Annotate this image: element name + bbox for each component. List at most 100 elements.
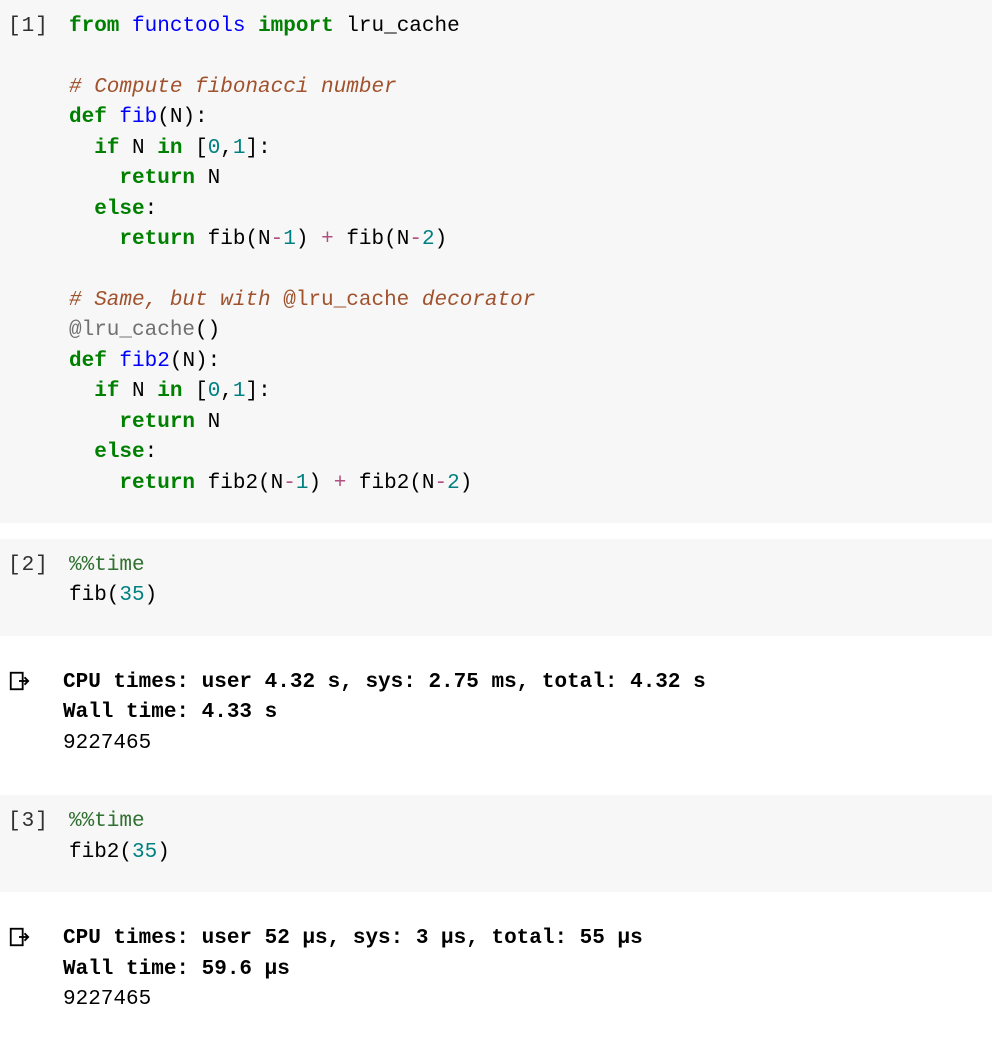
code-token xyxy=(69,411,119,434)
code-token: return xyxy=(119,411,195,434)
code-token: 1 xyxy=(283,228,296,251)
code-token: return xyxy=(119,472,195,495)
code-token: - xyxy=(409,228,422,251)
code-token: fib2(N xyxy=(346,472,434,495)
code-token: ) xyxy=(460,472,473,495)
code-token: 35 xyxy=(132,841,157,864)
output-content: CPU times: user 52 µs, sys: 3 µs, total:… xyxy=(63,924,984,1015)
code-token: return xyxy=(119,167,195,190)
code-token: 1 xyxy=(233,137,246,160)
code-token: fib(N xyxy=(195,228,271,251)
code-token xyxy=(119,15,132,38)
code-token: lru_cache xyxy=(346,15,459,38)
code-token: ) xyxy=(308,472,333,495)
code-token: @lru_cache xyxy=(69,319,195,342)
cell-prompt: [2] xyxy=(8,551,69,581)
code-token: : xyxy=(145,441,158,464)
code-token: %%time xyxy=(69,554,145,577)
code-token: fib2 xyxy=(119,350,169,373)
code-token: fib2( xyxy=(69,841,132,864)
output-content: CPU times: user 4.32 s, sys: 2.75 ms, to… xyxy=(63,668,984,759)
code-token: functools xyxy=(132,15,245,38)
code-token: 1 xyxy=(233,380,246,403)
code-token: CPU times: user 52 µs, sys: 3 µs, total:… xyxy=(63,927,643,980)
code-token: N xyxy=(195,167,220,190)
code-token: [ xyxy=(182,380,207,403)
code-token: - xyxy=(283,472,296,495)
code-token xyxy=(69,441,94,464)
code-token xyxy=(69,380,94,403)
code-token: - xyxy=(271,228,284,251)
code-token: import xyxy=(258,15,334,38)
code-token xyxy=(69,137,94,160)
code-token: fib xyxy=(119,106,157,129)
code-token: N xyxy=(119,380,157,403)
code-token: 35 xyxy=(119,584,144,607)
code-token: 9227465 xyxy=(63,988,151,1011)
code-token: (N): xyxy=(170,350,220,373)
code-content[interactable]: from functools import lru_cache # Comput… xyxy=(69,12,984,499)
notebook-root: [1]from functools import lru_cache # Com… xyxy=(0,0,992,1035)
code-token: (N): xyxy=(157,106,207,129)
code-token xyxy=(69,228,119,251)
code-cell: [2]%%time fib(35) xyxy=(0,539,992,636)
code-token: 0 xyxy=(208,137,221,160)
code-token: def xyxy=(69,350,107,373)
code-token: decorator xyxy=(409,289,535,312)
code-token: if xyxy=(94,137,119,160)
code-token: # Compute fibonacci number xyxy=(69,76,397,99)
code-token: return xyxy=(119,228,195,251)
code-token: ) xyxy=(145,584,158,607)
code-token xyxy=(69,472,119,495)
code-token xyxy=(107,106,120,129)
code-cell: [1]from functools import lru_cache # Com… xyxy=(0,0,992,523)
code-token: ) xyxy=(157,841,170,864)
code-token xyxy=(334,15,347,38)
code-token: fib( xyxy=(69,584,119,607)
output-cell: CPU times: user 4.32 s, sys: 2.75 ms, to… xyxy=(0,652,992,779)
code-token: in xyxy=(157,137,182,160)
code-token: , xyxy=(220,137,233,160)
code-token: N xyxy=(119,137,157,160)
code-token: N xyxy=(195,411,220,434)
code-token: @lru_cache xyxy=(283,289,409,312)
code-cell: [3]%%time fib2(35) xyxy=(0,795,992,892)
output-icon xyxy=(8,926,63,948)
code-token: fib2(N xyxy=(195,472,283,495)
code-token: CPU times: user 4.32 s, sys: 2.75 ms, to… xyxy=(63,671,706,724)
output-cell: CPU times: user 52 µs, sys: 3 µs, total:… xyxy=(0,908,992,1035)
code-content[interactable]: %%time fib(35) xyxy=(69,551,984,612)
cell-gap xyxy=(0,779,992,795)
code-token: ) xyxy=(296,228,321,251)
code-token: + xyxy=(334,472,347,495)
code-token: [ xyxy=(182,137,207,160)
code-token: () xyxy=(195,319,220,342)
code-token: ]: xyxy=(246,380,271,403)
code-token: def xyxy=(69,106,107,129)
code-token: - xyxy=(435,472,448,495)
code-token: else xyxy=(94,441,144,464)
code-token: + xyxy=(321,228,334,251)
code-token: 1 xyxy=(296,472,309,495)
code-content[interactable]: %%time fib2(35) xyxy=(69,807,984,868)
cell-prompt: [1] xyxy=(8,12,69,42)
code-token: %%time xyxy=(69,810,145,833)
cell-gap xyxy=(0,636,992,652)
output-icon xyxy=(8,670,63,692)
code-token: in xyxy=(157,380,182,403)
code-token: 2 xyxy=(422,228,435,251)
code-token: ]: xyxy=(246,137,271,160)
code-token: # Same, but with xyxy=(69,289,283,312)
code-token: 2 xyxy=(447,472,460,495)
code-token xyxy=(107,350,120,373)
code-token: , xyxy=(220,380,233,403)
code-token: if xyxy=(94,380,119,403)
code-token: 0 xyxy=(208,380,221,403)
cell-prompt: [3] xyxy=(8,807,69,837)
code-token: from xyxy=(69,15,119,38)
cell-gap xyxy=(0,523,992,539)
code-token: else xyxy=(94,198,144,221)
code-token: ) xyxy=(435,228,448,251)
code-token: fib(N xyxy=(334,228,410,251)
cell-gap xyxy=(0,892,992,908)
